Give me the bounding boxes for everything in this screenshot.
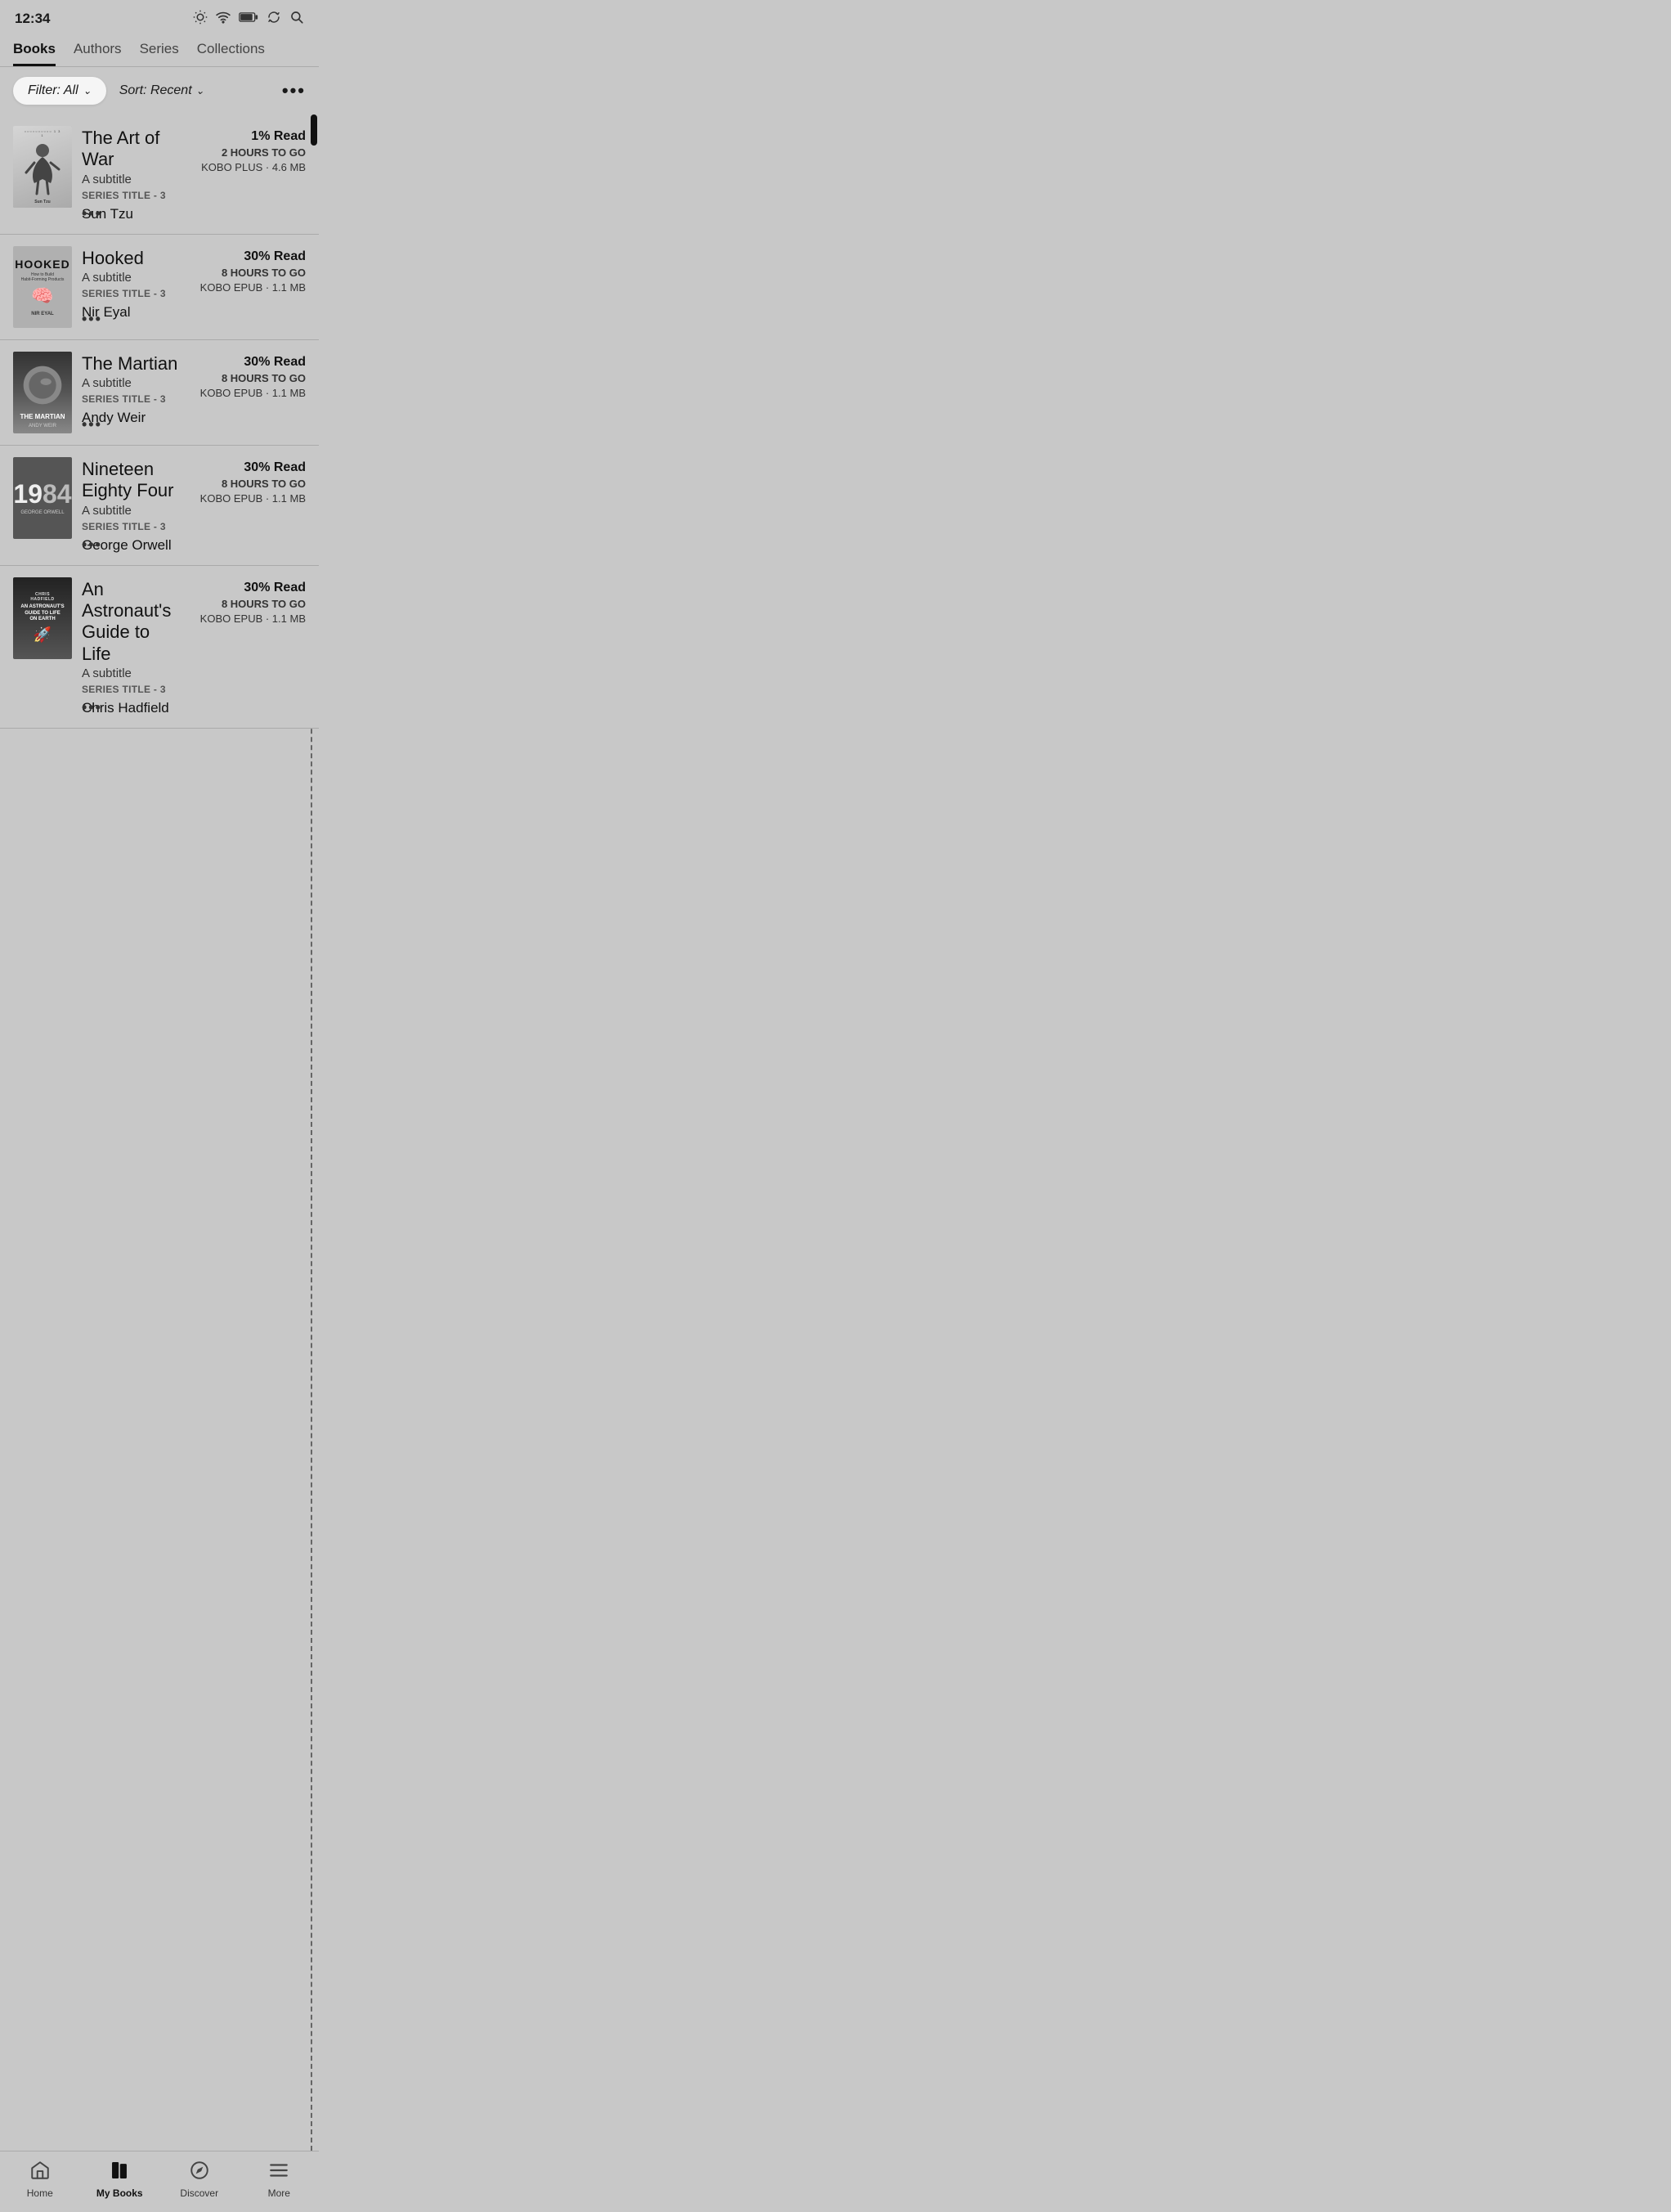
- hours-to-go: 8 HOURS TO GO: [222, 598, 306, 610]
- filter-button[interactable]: Filter: All ⌄: [13, 77, 106, 105]
- tab-series[interactable]: Series: [140, 41, 179, 66]
- book-subtitle: A subtitle: [82, 504, 181, 518]
- home-icon: [29, 2160, 51, 2184]
- book-info: The Art of War A subtitle SERIES TITLE -…: [82, 126, 181, 222]
- read-percent: 30% Read: [244, 249, 306, 264]
- book-item[interactable]: 1984 GEORGE ORWELL Nineteen Eighty Four …: [0, 446, 319, 566]
- book-cover-1984: 1984 GEORGE ORWELL: [13, 457, 72, 539]
- hours-to-go: 2 HOURS TO GO: [222, 146, 306, 159]
- tab-books[interactable]: Books: [13, 41, 56, 66]
- more-icon: [268, 2160, 289, 2184]
- tab-authors[interactable]: Authors: [74, 41, 122, 66]
- book-stats: 30% Read 8 HOURS TO GO KOBO EPUB · 1.1 M…: [191, 577, 306, 717]
- nav-home[interactable]: Home: [0, 2160, 80, 2199]
- nav-more-label: More: [268, 2187, 290, 2199]
- nav-more[interactable]: More: [240, 2160, 320, 2199]
- book-source: KOBO PLUS · 4.6 MB: [201, 161, 306, 173]
- book-stats: 30% Read 8 HOURS TO GO KOBO EPUB · 1.1 M…: [191, 246, 306, 328]
- discover-icon: [189, 2160, 210, 2184]
- filter-chevron-icon: ⌄: [83, 85, 92, 96]
- nav-discover-label: Discover: [180, 2187, 218, 2199]
- brightness-icon: [193, 10, 208, 28]
- filter-label: Filter: All: [28, 83, 78, 98]
- tab-bar: Books Authors Series Collections: [0, 34, 319, 67]
- book-series: SERIES TITLE - 3: [82, 393, 181, 405]
- status-time: 12:34: [15, 11, 50, 27]
- book-list: Sun Tzu ○○○○○○○○○○ 1 3 1 The Art of War …: [0, 114, 319, 2151]
- book-item[interactable]: CHRISHADFIELD AN ASTRONAUT'SGUIDE TO LIF…: [0, 566, 319, 729]
- book-series: SERIES TITLE - 3: [82, 684, 181, 695]
- nav-my-books-label: My Books: [96, 2187, 143, 2199]
- book-source: KOBO EPUB · 1.1 MB: [200, 281, 306, 294]
- book-info: The Martian A subtitle SERIES TITLE - 3 …: [82, 352, 181, 433]
- book-cover-astronaut: CHRISHADFIELD AN ASTRONAUT'SGUIDE TO LIF…: [13, 577, 72, 659]
- book-more-button[interactable]: •••: [82, 536, 102, 554]
- book-info: Hooked A subtitle SERIES TITLE - 3 Nir E…: [82, 246, 181, 328]
- filter-bar: Filter: All ⌄ Sort: Recent ⌄ •••: [0, 67, 319, 114]
- sort-chevron-icon: ⌄: [196, 85, 204, 96]
- book-subtitle: A subtitle: [82, 666, 181, 680]
- read-percent: 30% Read: [244, 460, 306, 475]
- hours-to-go: 8 HOURS TO GO: [222, 372, 306, 384]
- book-title: Hooked: [82, 248, 181, 269]
- sort-label: Sort: Recent: [119, 83, 192, 98]
- status-bar: 12:34: [0, 0, 319, 34]
- read-percent: 30% Read: [244, 581, 306, 595]
- book-item[interactable]: Sun Tzu ○○○○○○○○○○ 1 3 1 The Art of War …: [0, 114, 319, 235]
- book-stats: 30% Read 8 HOURS TO GO KOBO EPUB · 1.1 M…: [191, 457, 306, 554]
- book-title: The Art of War: [82, 128, 181, 171]
- book-source: KOBO EPUB · 1.1 MB: [200, 612, 306, 625]
- read-percent: 1% Read: [251, 129, 306, 144]
- book-info: Nineteen Eighty Four A subtitle SERIES T…: [82, 457, 181, 554]
- bottom-nav: Home My Books Discover Mor: [0, 2151, 319, 2212]
- book-source: KOBO EPUB · 1.1 MB: [200, 387, 306, 399]
- filter-more-button[interactable]: •••: [282, 80, 306, 101]
- book-more-button[interactable]: •••: [82, 416, 102, 433]
- book-series: SERIES TITLE - 3: [82, 190, 181, 201]
- nav-my-books[interactable]: My Books: [80, 2160, 160, 2199]
- book-subtitle: A subtitle: [82, 173, 181, 186]
- wifi-icon: [216, 10, 231, 28]
- scroll-thumb: [311, 114, 317, 146]
- book-more-button[interactable]: •••: [82, 311, 102, 328]
- book-title: The Martian: [82, 353, 181, 375]
- nav-discover[interactable]: Discover: [159, 2160, 240, 2199]
- tab-collections[interactable]: Collections: [197, 41, 265, 66]
- search-icon[interactable]: [289, 10, 304, 28]
- sort-button[interactable]: Sort: Recent ⌄: [119, 83, 204, 98]
- book-cover-martian: THE MARTIAN ANDY WEIR: [13, 352, 72, 433]
- book-item[interactable]: THE MARTIAN ANDY WEIR The Martian A subt…: [0, 340, 319, 446]
- book-subtitle: A subtitle: [82, 271, 181, 285]
- book-title: An Astronaut's Guide to Life: [82, 579, 181, 666]
- battery-icon: [239, 11, 258, 26]
- book-more-button[interactable]: •••: [82, 699, 102, 716]
- sync-icon: [267, 10, 281, 28]
- book-stats: 1% Read 2 HOURS TO GO KOBO PLUS · 4.6 MB: [191, 126, 306, 222]
- books-icon: [109, 2160, 130, 2184]
- read-percent: 30% Read: [244, 355, 306, 370]
- book-series: SERIES TITLE - 3: [82, 288, 181, 299]
- book-more-button[interactable]: •••: [82, 205, 102, 222]
- book-item[interactable]: HOOKED How to BuildHabit-Forming Product…: [0, 235, 319, 340]
- status-icons: [193, 10, 304, 28]
- hours-to-go: 8 HOURS TO GO: [222, 478, 306, 490]
- book-subtitle: A subtitle: [82, 376, 181, 390]
- nav-home-label: Home: [27, 2187, 53, 2199]
- book-title: Nineteen Eighty Four: [82, 459, 181, 502]
- book-cover-art-of-war: Sun Tzu ○○○○○○○○○○ 1 3 1: [13, 126, 72, 208]
- hours-to-go: 8 HOURS TO GO: [222, 267, 306, 279]
- book-stats: 30% Read 8 HOURS TO GO KOBO EPUB · 1.1 M…: [191, 352, 306, 433]
- book-info: An Astronaut's Guide to Life A subtitle …: [82, 577, 181, 717]
- book-series: SERIES TITLE - 3: [82, 521, 181, 532]
- book-cover-hooked: HOOKED How to BuildHabit-Forming Product…: [13, 246, 72, 328]
- book-source: KOBO EPUB · 1.1 MB: [200, 492, 306, 505]
